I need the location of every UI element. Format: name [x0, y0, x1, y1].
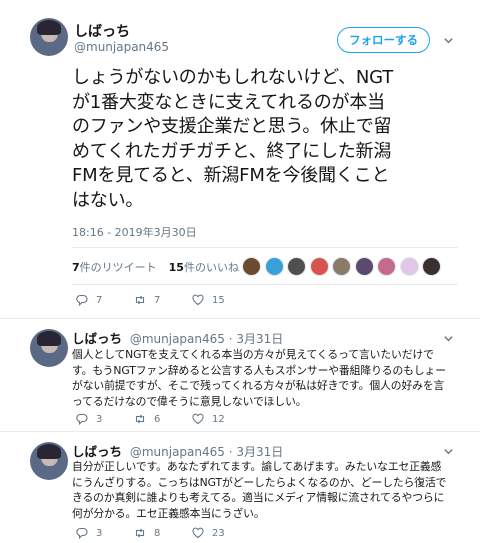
like-button[interactable]: 23: [192, 527, 250, 539]
tweet-actions: 7 7 15: [76, 294, 250, 306]
liker-avatar[interactable]: [332, 257, 351, 276]
reply-author-handle[interactable]: @munjapan465: [130, 445, 225, 459]
retweet-count: 7: [154, 294, 161, 306]
retweet-stat[interactable]: 7件のリツイート: [72, 259, 157, 275]
reply-text-line: ってるだけなので偉そうに意見しないでほしい。: [72, 394, 307, 408]
reply-date[interactable]: 3月31日: [236, 445, 283, 459]
tweet-actions: 3 8 23: [76, 527, 250, 539]
reply-text-line: きるのか真剣に誰よりも考えてる。適当にメディア情報に流されてるやつらに: [72, 491, 445, 504]
retweet-icon: [134, 294, 146, 306]
like-stat[interactable]: 15件のいいね: [169, 259, 239, 275]
reply-header: しばっち @munjapan465 · 3月31日: [72, 328, 283, 347]
author-name[interactable]: しばっち: [74, 21, 130, 41]
reply-text-line: にうんざりする。こっちはNGTがどーしたらよくなるのか、どーしたら復活で: [72, 475, 447, 489]
chevron-down-icon[interactable]: [441, 331, 455, 345]
like-count: 15: [168, 261, 184, 274]
avatar[interactable]: [30, 329, 68, 367]
reply-text-line: がない前提ですが、そこで残ってくれる方々が私は好きです。個人の好みを言: [72, 379, 445, 392]
reply-author-name[interactable]: しばっち: [72, 331, 122, 346]
liker-avatar[interactable]: [377, 257, 396, 276]
like-stat-label: 件のいいね: [183, 261, 239, 274]
reply-icon: [76, 413, 88, 425]
engagement-stats: 7件のリツイート 15件のいいね: [72, 259, 251, 275]
tweet-text-line: FMを見てると、新潟FMを今後聞くこと: [72, 165, 390, 186]
reply-text: 個人としてNGTを支えてくれる本当の方々が見えてくるって言いたいだけで す。もう…: [72, 347, 464, 409]
retweet-button[interactable]: 7: [134, 294, 192, 306]
retweet-count: 7: [72, 261, 80, 274]
like-count-action: 12: [212, 413, 225, 425]
liker-avatars: [242, 257, 445, 276]
reply-button[interactable]: 3: [76, 527, 134, 539]
tweet-timestamp[interactable]: 18:16 - 2019年3月30日: [72, 224, 197, 240]
reply-tweet[interactable]: しばっち @munjapan465 · 3月31日 自分が正しいです。あなたずれ…: [0, 432, 480, 543]
heart-icon: [192, 413, 204, 425]
divider: [72, 247, 458, 248]
reply-text-line: 自分が正しいです。あなたずれてます。諭してあげます。みたいなエセ正義感: [72, 460, 442, 473]
chevron-down-icon[interactable]: [441, 444, 455, 458]
heart-icon: [192, 294, 204, 306]
retweet-button[interactable]: 8: [134, 527, 192, 539]
liker-avatar[interactable]: [422, 257, 441, 276]
avatar[interactable]: [30, 18, 68, 56]
tweet-text-line: はない。: [72, 189, 144, 211]
reply-author-name[interactable]: しばっち: [72, 444, 122, 459]
reply-icon: [76, 527, 88, 539]
reply-count: 7: [96, 294, 103, 306]
tweet-actions: 3 6 12: [76, 413, 250, 425]
reply-text: 自分が正しいです。あなたずれてます。諭してあげます。みたいなエセ正義感 にうんざ…: [72, 459, 464, 521]
liker-avatar[interactable]: [287, 257, 306, 276]
retweet-button[interactable]: 6: [134, 413, 192, 425]
retweet-count: 6: [154, 413, 161, 425]
reply-date[interactable]: 3月31日: [236, 332, 283, 346]
reply-button[interactable]: 3: [76, 413, 134, 425]
retweet-icon: [134, 527, 146, 539]
retweet-stat-label: 件のリツイート: [79, 261, 157, 274]
reply-button[interactable]: 7: [76, 294, 134, 306]
retweet-count: 8: [154, 527, 161, 539]
author-handle[interactable]: @munjapan465: [74, 40, 169, 54]
main-tweet: しばっち @munjapan465 フォローする しょうがないのかもしれないけど…: [0, 0, 480, 318]
reply-text-line: 個人としてNGTを支えてくれる本当の方々が見えてくるって言いたいだけで: [72, 348, 434, 361]
reply-icon: [76, 294, 88, 306]
liker-avatar[interactable]: [309, 257, 329, 276]
liker-avatar[interactable]: [242, 257, 261, 276]
avatar[interactable]: [30, 442, 68, 480]
liker-avatar[interactable]: [399, 257, 419, 276]
liker-avatar[interactable]: [264, 257, 284, 276]
reply-author-handle[interactable]: @munjapan465: [130, 332, 225, 346]
retweet-icon: [134, 413, 146, 425]
tweet-text-line: めてくれたガチガチと、終了にした新潟: [72, 140, 392, 162]
reply-count: 3: [96, 527, 103, 539]
reply-tweet[interactable]: しばっち @munjapan465 · 3月31日 個人としてNGTを支えてくれ…: [0, 319, 480, 429]
tweet-text: しょうがないのかもしれないけど、NGT が1番大変なときに支えてれるのが本当 の…: [72, 66, 467, 213]
reply-text-line: 何が分かる。エセ正義感本当にうざい。: [72, 506, 265, 520]
tweet-text-line: しょうがないのかもしれないけど、NGT: [72, 67, 394, 88]
reply-text-line: す。もうNGTファン辞めると公言する人もスポンサーや番組降りるのもしょー: [72, 363, 446, 377]
like-button[interactable]: 12: [192, 413, 250, 425]
reply-count: 3: [96, 413, 103, 425]
tweet-text-line: が1番大変なときに支えてれるのが本当: [72, 91, 385, 113]
tweet-text-line: のファンや支援企業だと思う。休止で留: [72, 116, 392, 137]
like-button[interactable]: 15: [192, 294, 250, 306]
follow-button[interactable]: フォローする: [337, 27, 430, 53]
reply-header: しばっち @munjapan465 · 3月31日: [72, 441, 283, 460]
heart-icon: [192, 527, 204, 539]
like-count-action: 23: [212, 527, 225, 539]
chevron-down-icon[interactable]: [441, 33, 455, 47]
divider: [72, 284, 458, 285]
liker-avatar[interactable]: [354, 257, 374, 276]
like-count-action: 15: [212, 294, 225, 306]
